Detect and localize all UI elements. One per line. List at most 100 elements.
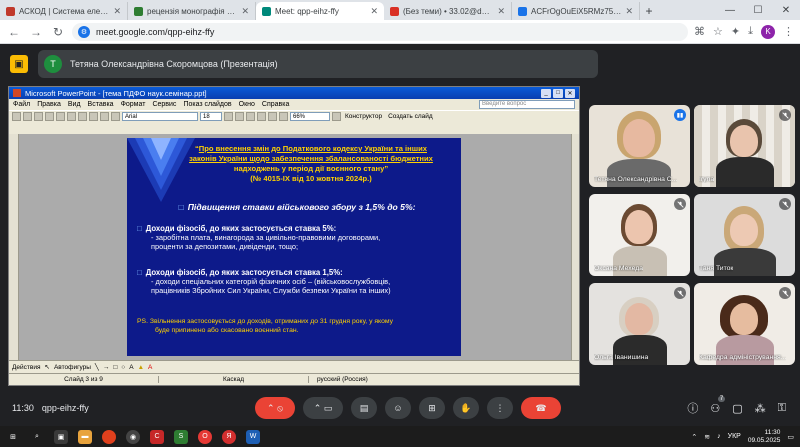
browser-tab[interactable]: ACFrOgOuEiX5RMz75igtYoT... ✕ (512, 2, 640, 20)
participant-tile[interactable]: Кафедра адміністрування... (694, 283, 795, 365)
pp-close-icon[interactable]: ✕ (565, 88, 575, 98)
menu-tools[interactable]: Сервис (152, 101, 176, 108)
word-icon[interactable]: W (246, 429, 260, 444)
close-window-icon[interactable]: ✕ (772, 5, 800, 16)
new-slide-button[interactable]: Создать слайд (386, 113, 435, 120)
menu-kebab-icon[interactable]: ⋮ (783, 25, 794, 38)
actions-menu[interactable]: Действия (12, 364, 40, 371)
italic-icon[interactable] (235, 112, 244, 121)
download-icon[interactable]: ⤓ (748, 25, 753, 38)
designer-button[interactable]: Конструктор (343, 113, 384, 120)
close-icon[interactable]: ✕ (497, 6, 505, 17)
file-explorer-icon[interactable]: ▬ (78, 429, 92, 444)
fill-color-icon[interactable]: ▲ (138, 364, 144, 371)
profile-avatar[interactable]: K (761, 24, 775, 39)
translate-icon[interactable]: ⌘ (694, 25, 705, 38)
rectangle-icon[interactable]: □ (113, 364, 117, 371)
reactions-button[interactable]: ☺ (385, 397, 411, 419)
browser-tab[interactable]: (Без теми) • 33.02@dpu.edu.ua ✕ (384, 2, 512, 20)
app-icon[interactable]: S (174, 429, 188, 444)
close-icon[interactable]: ✕ (625, 6, 633, 17)
current-slide[interactable]: “Про внесення змін до Податкового кодекс… (127, 138, 461, 356)
font-name-select[interactable]: Arial (122, 112, 198, 121)
font-size-select[interactable]: 18 (200, 112, 222, 121)
help-question-input[interactable]: Введите вопрос (479, 100, 575, 109)
captions-button[interactable]: ▤ (351, 397, 377, 419)
align-right-icon[interactable] (279, 112, 288, 121)
undo-icon[interactable] (100, 112, 109, 121)
spellcheck-icon[interactable] (56, 112, 65, 121)
microphone-toggle-button[interactable]: ⌃ ⦸ (255, 397, 295, 419)
browser-tab[interactable]: АСКОД | Система електронного ✕ (0, 2, 128, 20)
font-color-icon[interactable]: A (148, 364, 152, 371)
chat-icon[interactable]: ▢ (732, 402, 742, 415)
textbox-icon[interactable]: A (129, 364, 133, 371)
notifications-icon[interactable]: ▭ (787, 433, 794, 441)
participant-tile[interactable]: Оксана Мехеда (589, 194, 690, 276)
forward-icon[interactable]: → (28, 25, 44, 39)
ellipse-icon[interactable]: ○ (121, 364, 125, 371)
search-icon[interactable]: ⌕ (30, 430, 44, 444)
minimize-icon[interactable]: — (716, 5, 744, 16)
cursor-icon[interactable]: ↖ (44, 363, 49, 371)
underline-icon[interactable] (246, 112, 255, 121)
new-doc-icon[interactable] (12, 112, 21, 121)
vertical-scrollbar[interactable] (571, 134, 579, 360)
close-icon[interactable]: ✕ (370, 6, 378, 17)
meeting-info-icon[interactable]: ⓘ (687, 400, 698, 416)
meeting-code[interactable]: qpp-eihz-ffy (42, 403, 89, 413)
back-icon[interactable]: ← (6, 25, 22, 39)
menu-help[interactable]: Справка (262, 101, 289, 108)
paste-icon[interactable] (89, 112, 98, 121)
close-icon[interactable]: ✕ (113, 6, 121, 17)
browser-tab-active[interactable]: Meet: qpp-eihz-ffy ✕ (256, 2, 384, 20)
help-icon[interactable] (332, 112, 341, 121)
close-icon[interactable]: ✕ (241, 6, 249, 17)
arrow-icon[interactable]: → (103, 364, 110, 371)
new-tab-button[interactable]: + (640, 2, 658, 20)
network-icon[interactable]: ≋ (704, 433, 710, 441)
windows-start-icon[interactable]: ⊞ (6, 429, 20, 444)
camera-toggle-button[interactable]: ⌃ ▭ (303, 397, 343, 419)
firefox-icon[interactable] (102, 429, 116, 444)
menu-slideshow[interactable]: Показ слайдов (183, 101, 231, 108)
print-icon[interactable] (45, 112, 54, 121)
presentation-icon[interactable]: ▣ (10, 55, 28, 73)
zoom-select[interactable]: 66% (290, 112, 330, 121)
reload-icon[interactable]: ↻ (50, 25, 66, 39)
menu-insert[interactable]: Вставка (88, 101, 114, 108)
pp-minimize-icon[interactable]: _ (541, 88, 551, 98)
align-center-icon[interactable] (268, 112, 277, 121)
taskbar-clock[interactable]: 11:30 09.05.2025 (748, 429, 781, 445)
participant-tile[interactable]: ▮▮ Тетяна Олександрівна С... (589, 105, 690, 187)
input-language[interactable]: УКР (728, 433, 741, 440)
yandex-icon[interactable]: Я (222, 429, 236, 444)
activities-icon[interactable]: ⁂ (755, 402, 766, 415)
present-button[interactable]: ⊞ (419, 397, 445, 419)
menu-window[interactable]: Окно (239, 101, 255, 108)
redo-icon[interactable] (111, 112, 120, 121)
site-info-icon[interactable]: ⚙ (78, 25, 90, 38)
open-icon[interactable] (23, 112, 32, 121)
participant-tile[interactable]: Iryna (694, 105, 795, 187)
bold-icon[interactable] (224, 112, 233, 121)
app-icon[interactable]: C (150, 429, 164, 444)
autoshapes-menu[interactable]: Автофигуры (54, 364, 91, 371)
task-view-icon[interactable]: ▣ (54, 429, 68, 444)
host-controls-icon[interactable]: ⚿ (778, 402, 786, 415)
chrome-icon[interactable]: ◉ (126, 429, 140, 444)
menu-edit[interactable]: Правка (37, 101, 61, 108)
menu-view[interactable]: Вид (68, 101, 81, 108)
maximize-icon[interactable]: ☐ (744, 5, 772, 16)
participant-tile[interactable]: Таня Титок (694, 194, 795, 276)
cut-icon[interactable] (67, 112, 76, 121)
bookmark-star-icon[interactable]: ☆ (713, 25, 723, 38)
opera-icon[interactable]: O (198, 429, 212, 444)
menu-format[interactable]: Формат (121, 101, 146, 108)
pp-maximize-icon[interactable]: □ (553, 88, 563, 98)
leave-call-button[interactable]: ☎ (521, 397, 561, 419)
address-bar[interactable]: ⚙ meet.google.com/qpp-eihz-ffy (72, 22, 689, 41)
line-icon[interactable]: ╲ (95, 363, 99, 371)
chevron-up-icon[interactable]: ⌃ (691, 433, 697, 441)
people-button[interactable]: ⚇ 7 (710, 395, 726, 415)
